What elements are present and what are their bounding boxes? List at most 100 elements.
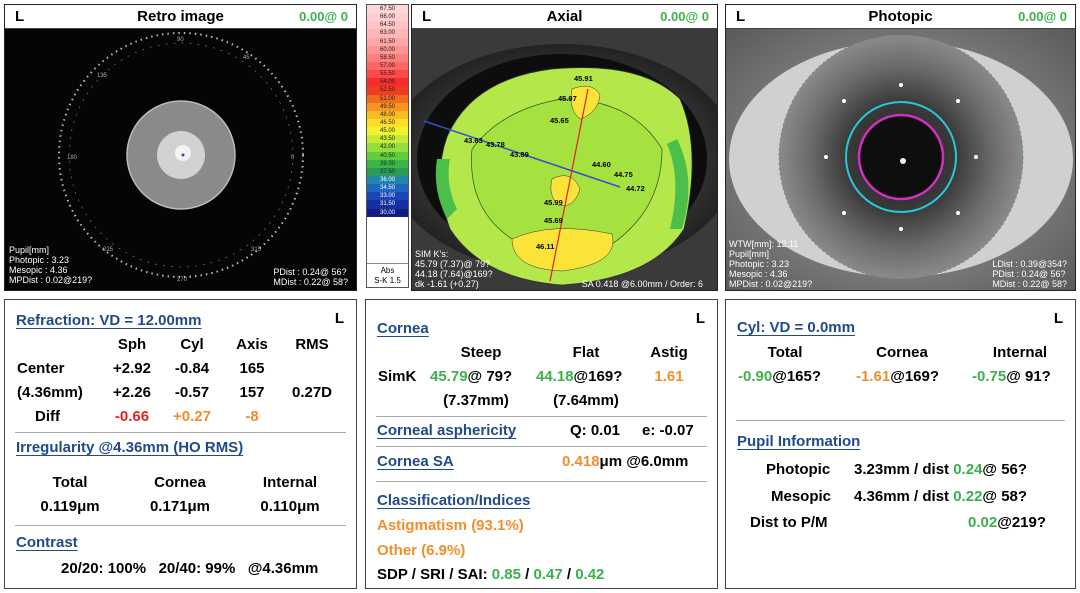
sep: / — [525, 566, 530, 583]
asphericity-e: e: -0.07 — [642, 422, 694, 439]
scale-cell: 55.50 — [367, 70, 408, 79]
mpdist-value: MPDist : 0.02@219? — [729, 279, 813, 289]
sri-value: 0.47 — [533, 566, 563, 583]
col-axis: Axis — [236, 336, 268, 353]
dist-pm-axis: @219? — [997, 514, 1047, 531]
photopic-info: 3.23mm / dist 0.24@ 56? — [854, 461, 1027, 478]
diff-sph: -0.66 — [114, 408, 150, 425]
retro-pupil-info: Pupil[mm] Photopic : 3.23 Mesopic : 4.36… — [9, 245, 92, 285]
axial-map[interactable]: 45.91 45.97 45.65 43.63 43.78 43.89 44.60 44.75… — [412, 29, 717, 290]
sdp-value: 0.85 — [491, 566, 521, 583]
photopic-offset-value: 0.00@ 0 — [1018, 9, 1067, 24]
simk-steep: 45.79 (7.37)@ 79? — [415, 259, 491, 269]
scale-footer: Abs S-K 1.5 — [367, 263, 408, 287]
scale-cells: 67.50 66.00 64.50 63.00 61.50 60.00 58.50 57.00… — [367, 5, 408, 217]
contrast-values: 20/20: 100% 20/40: 99% @4.36mm — [61, 560, 319, 577]
flat-radius: (7.64mm) — [553, 392, 619, 409]
cyl-pupil-box: L Cyl: VD = 0.0mm Total Cornea Internal … — [725, 299, 1076, 589]
irr-internal: 0.110μm — [260, 498, 320, 515]
scale-cell: 46.50 — [367, 118, 408, 128]
cyl-total-axis: @165? — [772, 368, 822, 385]
divider — [376, 446, 707, 447]
irregularity-header: Irregularity @4.36mm (HO RMS) — [16, 439, 244, 456]
mesopic-info: 4.36mm / dist 0.22@ 58? — [854, 488, 1027, 505]
sa-value: 0.418 — [562, 453, 600, 470]
svg-text:270: 270 — [177, 277, 188, 283]
center-cyl: -0.84 — [174, 360, 210, 377]
map-value-label: 44.75 — [614, 170, 633, 179]
pupil-label: Pupil[mm] — [729, 249, 770, 259]
divider — [376, 416, 707, 417]
map-value-label: 45.99 — [544, 198, 563, 207]
cyl-header: Cyl: VD = 0.0mm — [737, 319, 855, 336]
scale-cell: 58.50 — [367, 53, 408, 62]
pupil-sph: +2.26 — [113, 384, 151, 401]
photopic-mm: 3.23mm / dist — [854, 461, 950, 478]
axial-title-bar: L Axial 0.00@ 0 — [412, 5, 717, 29]
photopic-title-bar: L Photopic 0.00@ 0 — [726, 5, 1075, 29]
col-rms: RMS — [295, 336, 329, 353]
scale-mode-abs: Abs — [380, 266, 395, 275]
map-value-label: 46.11 — [536, 242, 554, 251]
indices-line: SDP / SRI / SAI: 0.85 / 0.47 / 0.42 — [377, 566, 604, 583]
axial-offset-value: 0.00@ 0 — [660, 9, 709, 24]
simk-label: SimK — [378, 368, 417, 385]
eye-indicator: L — [1053, 310, 1063, 327]
svg-text:45: 45 — [243, 55, 250, 61]
divider — [376, 481, 707, 482]
retro-offset-value: 0.00@ 0 — [299, 9, 348, 24]
retro-dist-info: PDist : 0.24@ 56? MDist : 0.22@ 58? — [273, 267, 348, 287]
sa-suffix: μm @6.0mm — [599, 453, 689, 470]
cyl-cornea: -1.61@169? — [856, 368, 939, 385]
photopic-panel: L Photopic 0.00@ 0 WTW[mm]: 12.11 Pupil[… — [725, 4, 1076, 291]
col-flat: Flat — [572, 344, 600, 361]
scale-cell: 60.00 — [367, 45, 408, 54]
dist-pm-info: 0.02@219? — [968, 514, 1046, 531]
refraction-header: Refraction: VD = 12.00mm — [16, 312, 202, 329]
photopic-axis: @ 56? — [982, 461, 1028, 478]
cyl-col-internal: Internal — [992, 344, 1048, 361]
flat-value: 44.18 — [536, 368, 574, 385]
svg-text:225: 225 — [103, 247, 114, 253]
scale-cell: 37.50 — [367, 167, 408, 176]
axial-map-panel: L Axial 0.00@ 0 45.91 45.97 45.65 43.63 43.7… — [411, 4, 718, 291]
classification-header: Classification/Indices — [377, 492, 531, 509]
scale-cell: 48.00 — [367, 110, 408, 119]
contrast-header: Contrast — [16, 534, 78, 551]
scale-step: S-K 1.5 — [374, 276, 401, 285]
cyl-total: -0.90@165? — [738, 368, 821, 385]
photopic-dist: 0.24 — [953, 461, 983, 478]
scale-cell: 30.00 — [367, 208, 408, 217]
irr-cornea: 0.171μm — [149, 498, 211, 515]
photopic-image[interactable]: WTW[mm]: 12.11 Pupil[mm] Photopic : 3.23… — [726, 29, 1075, 290]
scale-cell: 31.50 — [367, 200, 408, 209]
axial-simk-overlay: SIM K's: 45.79 (7.37)@ 79? 44.18 (7.64)@… — [415, 249, 493, 289]
pupil-cyl: -0.57 — [174, 384, 210, 401]
simk-flat: 44.18 (7.64)@169? — [415, 269, 493, 279]
svg-text:180: 180 — [67, 155, 78, 161]
scale-cell: 45.00 — [367, 127, 408, 136]
simk-flat: 44.18@169? — [536, 368, 622, 385]
divider — [15, 432, 346, 433]
photopic-value: Photopic : 3.23 — [729, 259, 790, 269]
wtw-value: WTW[mm]: 12.11 — [729, 239, 799, 249]
photopic-pupil-info: WTW[mm]: 12.11 Pupil[mm] Photopic : 3.23… — [729, 239, 812, 289]
col-cyl: Cyl — [180, 336, 204, 353]
irr-col-internal: Internal — [262, 474, 318, 491]
pdist-value: PDist : 0.24@ 56? — [273, 267, 347, 277]
simk-steep: 45.79@ 79? — [430, 368, 512, 385]
map-value-label: 44.72 — [626, 184, 645, 193]
scale-cell: 61.50 — [367, 37, 408, 46]
pupil-info-header: Pupil Information — [737, 433, 861, 450]
map-value-label: 45.97 — [558, 94, 577, 103]
sai-value: 0.42 — [575, 566, 605, 583]
scale-cell: 63.00 — [367, 29, 408, 38]
cyl-col-total: Total — [767, 344, 803, 361]
mdist-value: MDist : 0.22@ 58? — [992, 279, 1067, 289]
svg-text:315: 315 — [251, 247, 262, 253]
retro-image[interactable]: 90 45 0 135 180 225 270 315 Pupil[mm] Photopi… — [5, 29, 356, 290]
cyl-internal-value: -0.75 — [972, 368, 1007, 385]
irr-col-total: Total — [52, 474, 88, 491]
scale-cell: 43.50 — [367, 135, 408, 144]
scale-cell: 57.00 — [367, 61, 408, 71]
